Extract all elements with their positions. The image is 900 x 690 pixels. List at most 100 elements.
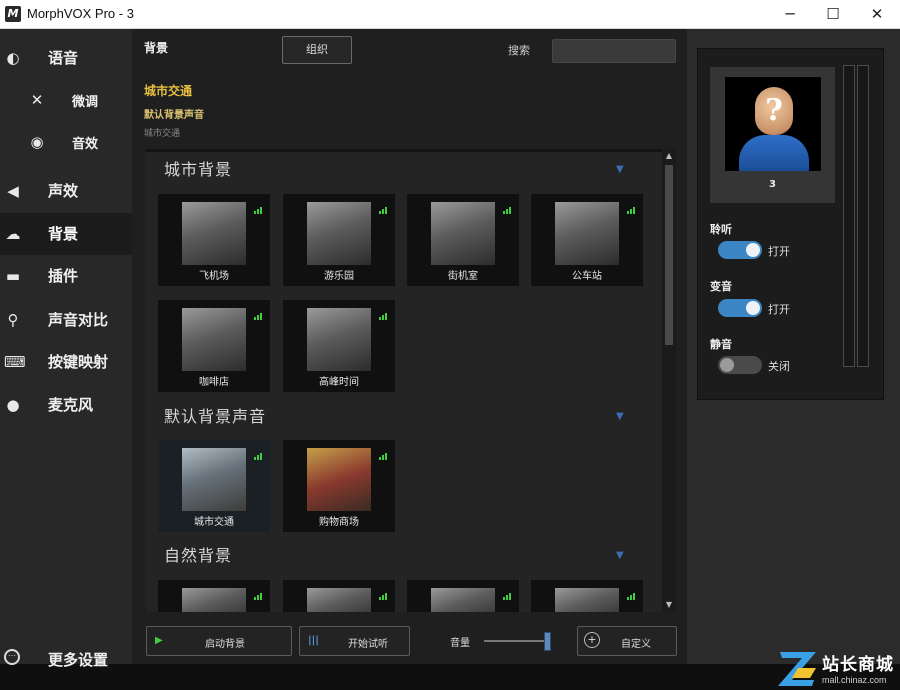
sidebar-item-plugins[interactable]: ▬ 插件 — [0, 255, 132, 297]
play-icon: ▶ — [155, 635, 163, 646]
background-tile-rush-hour[interactable]: 高峰时间 — [283, 300, 395, 392]
selected-background-description: 城市交通 — [144, 129, 181, 139]
tile-label: 咖啡店 — [199, 377, 229, 388]
add-icon: + — [584, 632, 600, 648]
customize-button[interactable]: + 自定义 — [577, 626, 677, 656]
thumbnail-image — [182, 308, 246, 371]
section-title-default: 默认背景声音 — [164, 407, 267, 426]
volume-fill — [484, 640, 547, 642]
chevron-down-icon[interactable]: ▼ — [616, 164, 624, 175]
background-list: 城市背景 ▼ 飞机场 游乐园 街机室 公车站 咖啡店 高峰时间 默认背景声音 ▼… — [146, 149, 676, 612]
voice-avatar-card[interactable]: ? 3 — [710, 67, 835, 203]
background-tile-shopping-mall[interactable]: 购物商场 — [283, 440, 395, 532]
listen-toggle[interactable] — [718, 241, 762, 259]
sidebar-item-voice[interactable]: ◐ 语音 — [0, 37, 132, 79]
signal-icon — [379, 593, 389, 600]
sidebar-item-microphone[interactable]: ● 麦克风 — [0, 384, 132, 426]
tile-label: 高峰时间 — [319, 377, 359, 388]
avatar-body — [739, 135, 809, 171]
start-background-label: 启动背景 — [205, 639, 245, 650]
cloud-icon: ☁ — [5, 225, 21, 243]
tile-label: 街机室 — [448, 271, 478, 282]
background-tile-city-traffic[interactable]: 城市交通 — [158, 440, 270, 532]
watermark: 站长商城 mall.chinaz.com — [760, 644, 900, 690]
close-button[interactable]: ✕ — [854, 0, 900, 29]
thumbnail-image — [431, 202, 495, 265]
sidebar-item-label: 语音 — [48, 49, 79, 67]
maximize-button[interactable]: ☐ — [810, 0, 856, 29]
window-title: MorphVOX Pro - 3 — [27, 6, 134, 21]
tile-label: 公车站 — [572, 271, 602, 282]
thumbnail-image — [307, 588, 371, 612]
signal-icon — [254, 453, 264, 460]
volume-slider-thumb[interactable] — [543, 632, 551, 651]
start-listen-button[interactable]: ||| 开始试听 — [299, 626, 410, 656]
status-panel: ? 3 聆听 打开 变音 打开 静音 关闭 — [687, 29, 900, 664]
sidebar-item-label: 背景 — [48, 225, 79, 243]
mute-toggle[interactable] — [718, 356, 762, 374]
scroll-up-icon[interactable]: ▲ — [663, 151, 675, 161]
sidebar-item-label: 插件 — [48, 267, 79, 285]
sidebar-item-label: 声音对比 — [48, 311, 109, 329]
toggle-knob — [746, 301, 760, 315]
background-tile[interactable] — [158, 580, 270, 612]
watermark-title: 站长商城 — [822, 655, 894, 675]
tools-icon: ✕ — [30, 91, 44, 109]
background-tile-airport[interactable]: 飞机场 — [158, 194, 270, 286]
chevron-down-icon[interactable]: ▼ — [616, 550, 624, 561]
app-logo-icon: M — [5, 6, 21, 22]
organize-button[interactable]: 组织 — [282, 36, 352, 64]
volume-slider[interactable] — [484, 640, 550, 642]
chevron-down-icon[interactable]: ▼ — [616, 411, 624, 422]
search-input[interactable] — [552, 39, 676, 63]
mic-icon: ● — [6, 396, 20, 414]
sidebar-item-backgrounds[interactable]: ☁ 背景 — [0, 213, 132, 255]
scrollbar-thumb[interactable] — [665, 165, 673, 345]
mute-label: 静音 — [710, 338, 732, 351]
thumbnail-image — [555, 588, 619, 612]
background-tile[interactable] — [531, 580, 643, 612]
thumbnail-image — [307, 202, 371, 265]
background-tile-amusement-park[interactable]: 游乐园 — [283, 194, 395, 286]
sidebar-item-sounds[interactable]: ◀ 声效 — [0, 170, 132, 212]
sidebar-item-hotkeys[interactable]: ⌨ 按键映射 — [0, 341, 132, 383]
signal-icon — [379, 313, 389, 320]
sidebar-item-label: 按键映射 — [48, 353, 109, 371]
customize-label: 自定义 — [621, 639, 651, 650]
minimize-button[interactable]: ─ — [767, 0, 813, 29]
thumbnail-image — [307, 448, 371, 511]
background-tile-arcade[interactable]: 街机室 — [407, 194, 519, 286]
listen-state: 打开 — [768, 245, 790, 258]
toggle-knob — [746, 243, 760, 257]
signal-icon — [254, 593, 264, 600]
scroll-down-icon[interactable]: ▼ — [663, 600, 675, 610]
sidebar: ◐ 语音 ✕ 微调 ◉ 音效 ◀ 声效 ☁ 背景 ▬ 插件 ⚲ 声音对比 ⌨ 按 — [0, 29, 132, 690]
background-tile-cafe[interactable]: 咖啡店 — [158, 300, 270, 392]
sidebar-item-more-settings[interactable]: ⋯ 更多设置 — [0, 641, 132, 671]
toggle-knob — [720, 358, 734, 372]
sidebar-item-effects[interactable]: ◉ 音效 — [0, 121, 132, 163]
signal-icon — [503, 593, 513, 600]
thumbnail-image — [555, 202, 619, 265]
start-listen-label: 开始试听 — [348, 639, 388, 650]
sidebar-item-compare[interactable]: ⚲ 声音对比 — [0, 299, 132, 341]
speaker-icon: ◀ — [7, 182, 19, 200]
background-tile[interactable] — [407, 580, 519, 612]
selected-background-name: 城市交通 — [144, 84, 193, 98]
section-title-city: 城市背景 — [164, 160, 233, 179]
morph-toggle[interactable] — [718, 299, 762, 317]
sidebar-item-label: 微调 — [72, 95, 99, 110]
sidebar-item-label: 声效 — [48, 182, 79, 200]
watermark-logo-icon — [778, 652, 816, 686]
level-meter-left — [843, 65, 855, 367]
voice-name: 3 — [769, 179, 776, 190]
app-window: M MorphVOX Pro - 3 ─ ☐ ✕ ◐ 语音 ✕ 微调 ◉ 音效 … — [0, 0, 900, 690]
more-icon: ⋯ — [4, 649, 20, 665]
start-background-button[interactable]: ▶ 启动背景 — [146, 626, 292, 656]
background-tile-bus-stop[interactable]: 公车站 — [531, 194, 643, 286]
list-scrollbar[interactable]: ▲ ▼ — [662, 149, 676, 612]
mute-state: 关闭 — [768, 360, 790, 373]
background-tile[interactable] — [283, 580, 395, 612]
thumbnail-image — [431, 588, 495, 612]
sidebar-item-tweak[interactable]: ✕ 微调 — [0, 79, 132, 121]
